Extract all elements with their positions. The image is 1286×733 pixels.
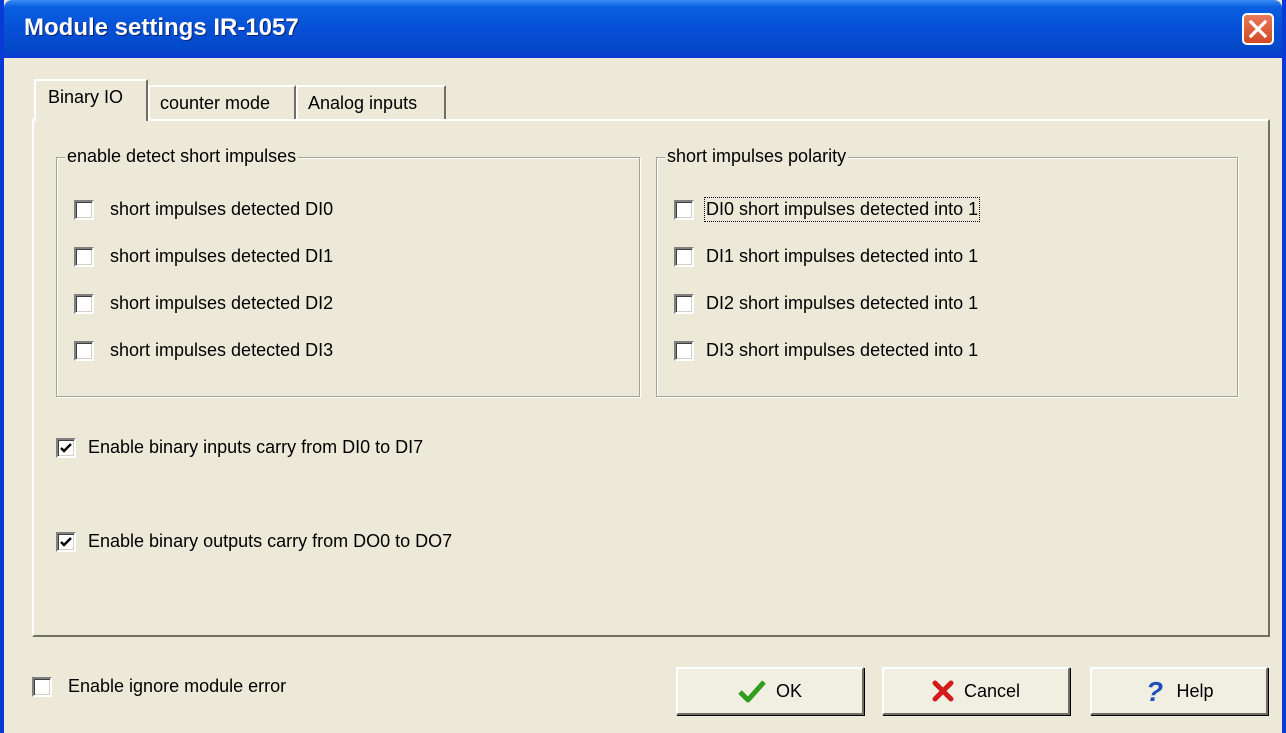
checkbox-box[interactable]: [674, 246, 694, 267]
green-checkmark-icon: [738, 679, 766, 703]
detect-di2-checkbox[interactable]: short impulses detected DI2: [74, 293, 333, 314]
detect-di3-checkbox[interactable]: short impulses detected DI3: [74, 340, 333, 361]
checkbox-label: Enable binary outputs carry from DO0 to …: [88, 531, 453, 551]
window-title: Module settings IR-1057: [24, 14, 299, 41]
dialog-window: Module settings IR-1057 Binary IO counte…: [0, 0, 1286, 733]
checkbox-label: DI2 short impulses detected into 1: [706, 293, 979, 313]
ok-button[interactable]: OK: [676, 667, 864, 715]
short-impulses-polarity-group: short impulses polarity: [656, 146, 1238, 397]
red-x-icon: [932, 680, 954, 702]
tab-label: Analog inputs: [308, 93, 418, 113]
checkmark-icon: [60, 536, 72, 547]
polarity-di0-checkbox[interactable]: DI0 short impulses detected into 1: [674, 197, 981, 222]
tab-counter-mode[interactable]: counter mode: [148, 85, 296, 121]
checkbox-box[interactable]: [56, 437, 76, 458]
checkbox-label: short impulses detected DI3: [110, 340, 334, 360]
title-bar[interactable]: Module settings IR-1057: [4, 0, 1282, 58]
checkbox-label: short impulses detected DI2: [110, 293, 334, 313]
detect-di0-checkbox[interactable]: short impulses detected DI0: [74, 199, 333, 220]
help-button[interactable]: ? Help: [1090, 667, 1268, 715]
checkbox-label: DI3 short impulses detected into 1: [706, 340, 979, 360]
ok-label: OK: [775, 680, 802, 701]
detect-short-impulses-group: enable detect short impulses: [56, 146, 640, 397]
carry-inputs-checkbox[interactable]: Enable binary inputs carry from DI0 to D…: [56, 437, 423, 458]
svg-text:?: ?: [1146, 678, 1163, 704]
binary-io-panel: enable detect short impulses short impul…: [32, 119, 1270, 637]
checkbox-label: DI1 short impulses detected into 1: [706, 246, 979, 266]
checkbox-box[interactable]: [74, 199, 94, 220]
help-label: Help: [1176, 680, 1214, 701]
tab-analog-inputs[interactable]: Analog inputs: [296, 85, 446, 121]
polarity-di3-checkbox[interactable]: DI3 short impulses detected into 1: [674, 340, 978, 361]
checkbox-label: DI0 short impulses detected into 1: [703, 197, 981, 222]
ignore-module-error-checkbox[interactable]: Enable ignore module error: [32, 676, 286, 697]
checkbox-box[interactable]: [674, 340, 694, 361]
tab-label: Binary IO: [48, 87, 124, 107]
group-title: short impulses polarity: [665, 146, 849, 167]
checkbox-box[interactable]: [32, 676, 52, 697]
group-title: enable detect short impulses: [65, 146, 299, 167]
checkbox-box[interactable]: [56, 531, 76, 552]
checkbox-box[interactable]: [74, 293, 94, 314]
checkbox-box[interactable]: [74, 340, 94, 361]
checkbox-label: Enable ignore module error: [68, 676, 287, 696]
checkbox-box[interactable]: [74, 246, 94, 267]
tab-binary-io[interactable]: Binary IO: [34, 79, 148, 121]
polarity-di1-checkbox[interactable]: DI1 short impulses detected into 1: [674, 246, 978, 267]
checkbox-label: short impulses detected DI1: [110, 246, 334, 266]
checkbox-label: Enable binary inputs carry from DI0 to D…: [88, 437, 424, 457]
cancel-label: Cancel: [963, 680, 1021, 701]
cancel-button[interactable]: Cancel: [882, 667, 1070, 715]
blue-question-icon: ?: [1144, 676, 1166, 707]
tab-label: counter mode: [160, 93, 271, 113]
polarity-di2-checkbox[interactable]: DI2 short impulses detected into 1: [674, 293, 978, 314]
checkbox-box[interactable]: [674, 293, 694, 314]
close-button[interactable]: [1242, 13, 1274, 45]
detect-di1-checkbox[interactable]: short impulses detected DI1: [74, 246, 333, 267]
checkmark-icon: [60, 442, 72, 453]
carry-outputs-checkbox[interactable]: Enable binary outputs carry from DO0 to …: [56, 531, 452, 552]
checkbox-box[interactable]: [674, 199, 694, 220]
checkbox-label: short impulses detected DI0: [110, 199, 334, 219]
